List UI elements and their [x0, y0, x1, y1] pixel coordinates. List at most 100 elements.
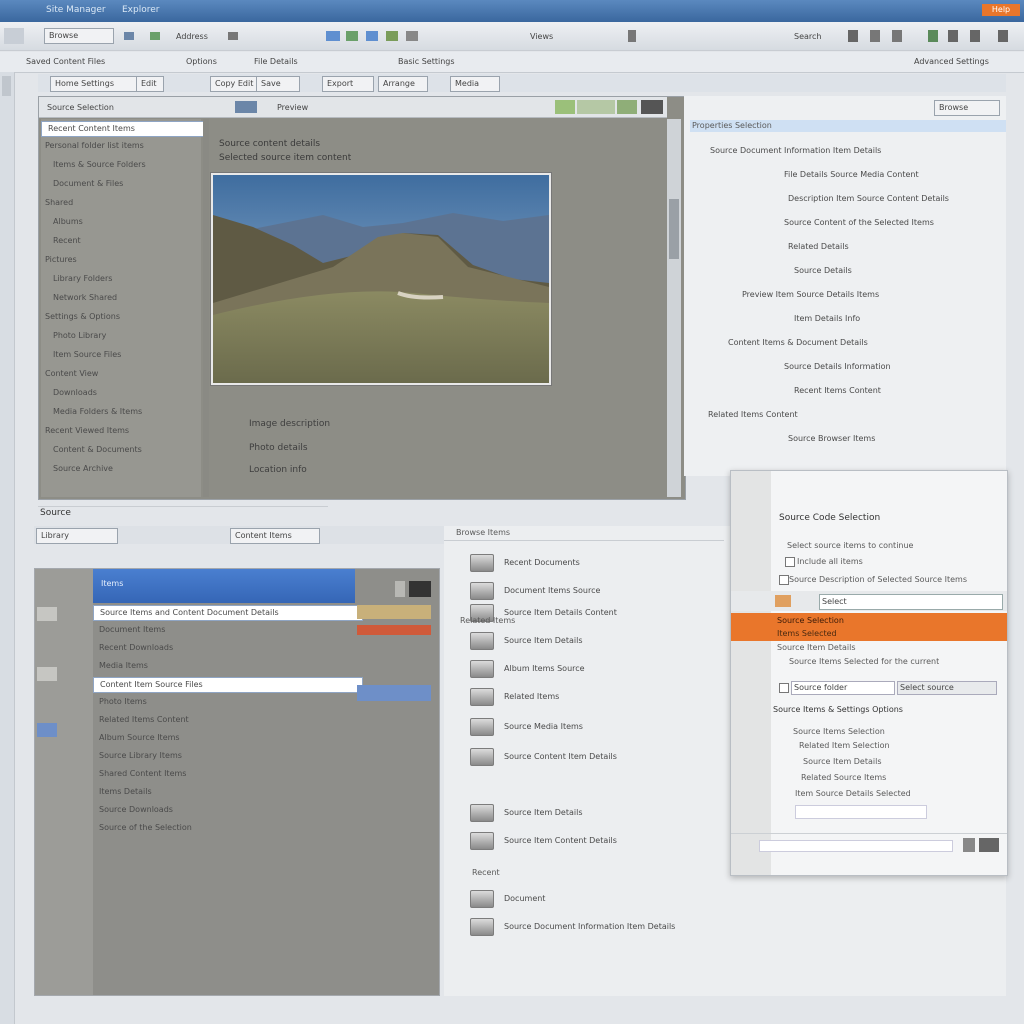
browse-item[interactable]: Related Items — [498, 690, 744, 704]
cut-icon[interactable] — [228, 32, 238, 40]
include-checkbox[interactable] — [785, 557, 795, 567]
list-row[interactable]: Content Item Source Files — [93, 677, 363, 693]
item-thumbnail-icon[interactable] — [470, 582, 494, 600]
pane-divider[interactable] — [203, 119, 209, 497]
item-thumbnail-icon[interactable] — [470, 554, 494, 572]
tree-item[interactable]: Pictures — [41, 253, 199, 267]
tree-header[interactable]: Recent Content Items — [41, 121, 209, 137]
property-line[interactable]: Related Details — [684, 240, 1006, 254]
tree-item[interactable]: Content & Documents — [41, 443, 199, 457]
browse-item[interactable]: Album Items Source — [498, 662, 744, 676]
tree-item[interactable]: Photo Library — [41, 329, 199, 343]
tab-export[interactable]: Export — [322, 76, 374, 92]
item-thumbnail-icon[interactable] — [470, 804, 494, 822]
item-thumbnail-icon[interactable] — [470, 748, 494, 766]
tree-item[interactable]: Item Source Files — [41, 348, 199, 362]
header-icons[interactable] — [395, 581, 431, 597]
screen-icon[interactable] — [326, 31, 340, 41]
highlighted-selection[interactable]: Source Selection Items Selected — [731, 613, 1007, 641]
tree-item[interactable]: Items & Source Folders — [41, 158, 199, 172]
list-header-bar[interactable]: Items — [93, 569, 355, 603]
folder-field[interactable]: Source folder — [791, 681, 895, 695]
tree-item[interactable]: Library Folders — [41, 272, 199, 286]
folder-checkbox[interactable] — [779, 683, 789, 693]
select-field[interactable]: Select — [819, 594, 1003, 610]
browse-item[interactable]: Source Document Information Item Details — [498, 920, 744, 934]
tab-media[interactable]: Media — [450, 76, 500, 92]
property-line[interactable]: Content Items & Document Details — [684, 336, 1006, 350]
tab-edit[interactable]: Edit — [136, 76, 164, 92]
right-action-icons[interactable] — [357, 605, 431, 725]
viewer-scrollbar[interactable] — [667, 119, 681, 497]
item-thumbnail-icon[interactable] — [470, 632, 494, 650]
item-thumbnail-icon[interactable] — [470, 918, 494, 936]
tree-item[interactable]: Recent — [41, 234, 199, 248]
item-thumbnail-icon[interactable] — [470, 890, 494, 908]
tab-save[interactable]: Save — [256, 76, 300, 92]
list-row[interactable]: Album Source Items — [93, 731, 439, 745]
property-line[interactable]: Source Details — [684, 264, 1006, 278]
tree-item[interactable]: Settings & Options — [41, 310, 199, 324]
property-line[interactable]: Source Document Information Item Details — [684, 144, 1006, 158]
browse-item[interactable]: Document — [498, 892, 744, 906]
property-line[interactable]: Recent Items Content — [684, 384, 1006, 398]
sidebar-toggle-icon[interactable] — [2, 76, 11, 96]
tools-icons[interactable] — [346, 31, 436, 41]
property-line[interactable]: Source Details Information — [684, 360, 1006, 374]
menu-advanced-settings[interactable]: Advanced Settings — [914, 57, 989, 66]
link-icon[interactable] — [124, 32, 134, 40]
list-row[interactable]: Source Items and Content Document Detail… — [93, 605, 363, 621]
browse-item[interactable]: Document Items Source — [498, 584, 744, 598]
landscape-photo[interactable] — [211, 173, 551, 385]
browse-item[interactable]: Source Item Details Content — [498, 606, 744, 620]
item-thumbnail-icon[interactable] — [470, 688, 494, 706]
item-thumbnail-icon[interactable] — [470, 718, 494, 736]
tree-item[interactable]: Recent Viewed Items — [41, 424, 199, 438]
browse-item[interactable]: Source Content Item Details — [498, 750, 744, 764]
view-mode-icons[interactable] — [235, 101, 257, 113]
tab-copy-edit[interactable]: Copy Edit — [210, 76, 260, 92]
property-line[interactable]: Description Item Source Content Details — [684, 192, 1006, 206]
tree-item[interactable]: Media Folders & Items — [41, 405, 199, 419]
item-thumbnail-icon[interactable] — [470, 660, 494, 678]
tab-home-settings[interactable]: Home Settings — [50, 76, 140, 92]
properties-browse-button[interactable]: Browse — [934, 100, 1000, 116]
browse-item[interactable]: Source Item Details — [498, 806, 744, 820]
tab-arrange[interactable]: Arrange — [378, 76, 428, 92]
property-line[interactable]: Related Items Content — [684, 408, 1006, 422]
right-tool-icons[interactable] — [848, 30, 1018, 42]
dialog-footer-icons[interactable] — [963, 838, 999, 852]
browse-item[interactable]: Source Item Content Details — [498, 834, 744, 848]
help-badge[interactable]: Help — [982, 4, 1020, 16]
tab-content-items[interactable]: Content Items — [230, 528, 320, 544]
list-row[interactable]: Source Library Items — [93, 749, 439, 763]
menu-options[interactable]: Options — [186, 57, 217, 66]
list-row[interactable]: Shared Content Items — [93, 767, 439, 781]
tab-library[interactable]: Library — [36, 528, 118, 544]
browse-button[interactable]: Browse — [44, 28, 114, 44]
user-icon[interactable] — [628, 30, 636, 42]
image-icon[interactable] — [150, 32, 160, 40]
browse-item[interactable]: Recent Documents — [498, 556, 744, 570]
tree-item[interactable]: Downloads — [41, 386, 199, 400]
browse-item[interactable]: Source Item Details — [498, 634, 744, 648]
tree-item[interactable]: Personal folder list items — [41, 139, 199, 153]
tree-item[interactable]: Source Archive — [41, 462, 199, 476]
app-menu-icon[interactable] — [4, 28, 24, 44]
list-row[interactable]: Items Details — [93, 785, 439, 799]
select-source-field[interactable]: Select source — [897, 681, 997, 695]
tree-item[interactable]: Document & Files — [41, 177, 199, 191]
property-line[interactable]: Source Browser Items — [684, 432, 1006, 446]
menu-saved[interactable]: Saved Content Files — [26, 57, 105, 66]
browse-item[interactable]: Source Media Items — [498, 720, 744, 734]
dialog-footer-field[interactable] — [759, 840, 953, 852]
property-line[interactable]: Item Details Info — [684, 312, 1006, 326]
item-thumbnail-icon[interactable] — [470, 832, 494, 850]
tree-item[interactable]: Albums — [41, 215, 199, 229]
viewer-scroll-thumb[interactable] — [669, 199, 679, 259]
tree-item[interactable]: Content View — [41, 367, 199, 381]
list-row[interactable]: Source Downloads — [93, 803, 439, 817]
property-line[interactable]: Source Content of the Selected Items — [684, 216, 1006, 230]
dialog-input[interactable] — [795, 805, 927, 819]
list-row[interactable]: Source of the Selection — [93, 821, 439, 835]
